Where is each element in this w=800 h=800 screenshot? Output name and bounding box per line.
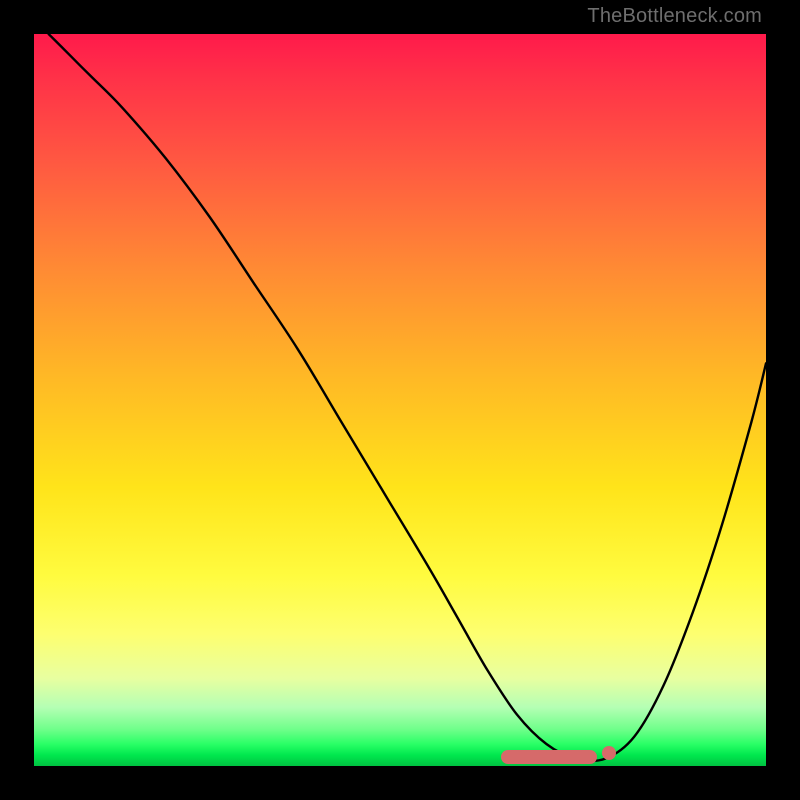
optimal-range-marker — [501, 750, 597, 764]
plot-area — [34, 34, 766, 766]
optimal-range-end-dot — [602, 746, 616, 760]
bottleneck-curve — [34, 34, 766, 766]
watermark-text: TheBottleneck.com — [587, 5, 762, 28]
chart-frame: TheBottleneck.com — [0, 0, 800, 800]
